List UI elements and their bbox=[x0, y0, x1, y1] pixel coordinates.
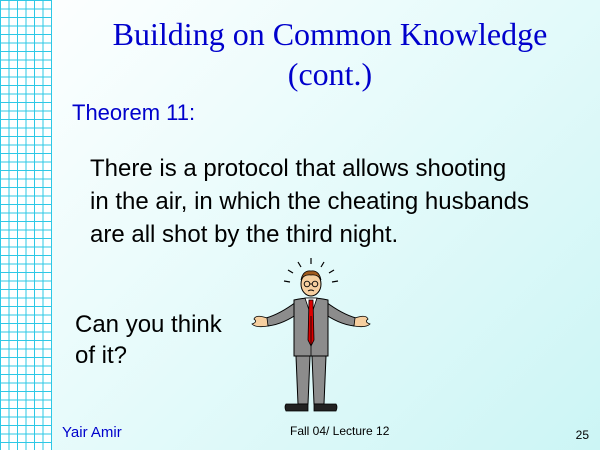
footer-course: Fall 04/ Lecture 12 bbox=[290, 424, 390, 438]
shrugging-man-icon bbox=[251, 258, 371, 412]
title-line-1: Building on Common Knowledge bbox=[112, 16, 548, 52]
theorem-line-1: There is a protocol that allows shooting bbox=[90, 155, 507, 182]
question-line-2: of it? bbox=[75, 342, 128, 369]
footer-author: Yair Amir bbox=[62, 424, 122, 441]
theorem-label: Theorem 11: bbox=[72, 100, 196, 125]
page-number: 25 bbox=[575, 428, 589, 442]
grid-decoration bbox=[0, 0, 52, 450]
title-line-2: (cont.) bbox=[287, 56, 373, 92]
theorem-body: There is a protocol that allows shooting… bbox=[90, 152, 590, 251]
question-text: Can you think of it? bbox=[75, 309, 255, 371]
question-line-1: Can you think bbox=[75, 311, 222, 338]
theorem-line-3: are all shot by the third night. bbox=[90, 221, 399, 248]
slide-title: Building on Common Knowledge (cont.) bbox=[60, 14, 600, 94]
theorem-line-2: in the air, in which the cheating husban… bbox=[90, 188, 529, 215]
